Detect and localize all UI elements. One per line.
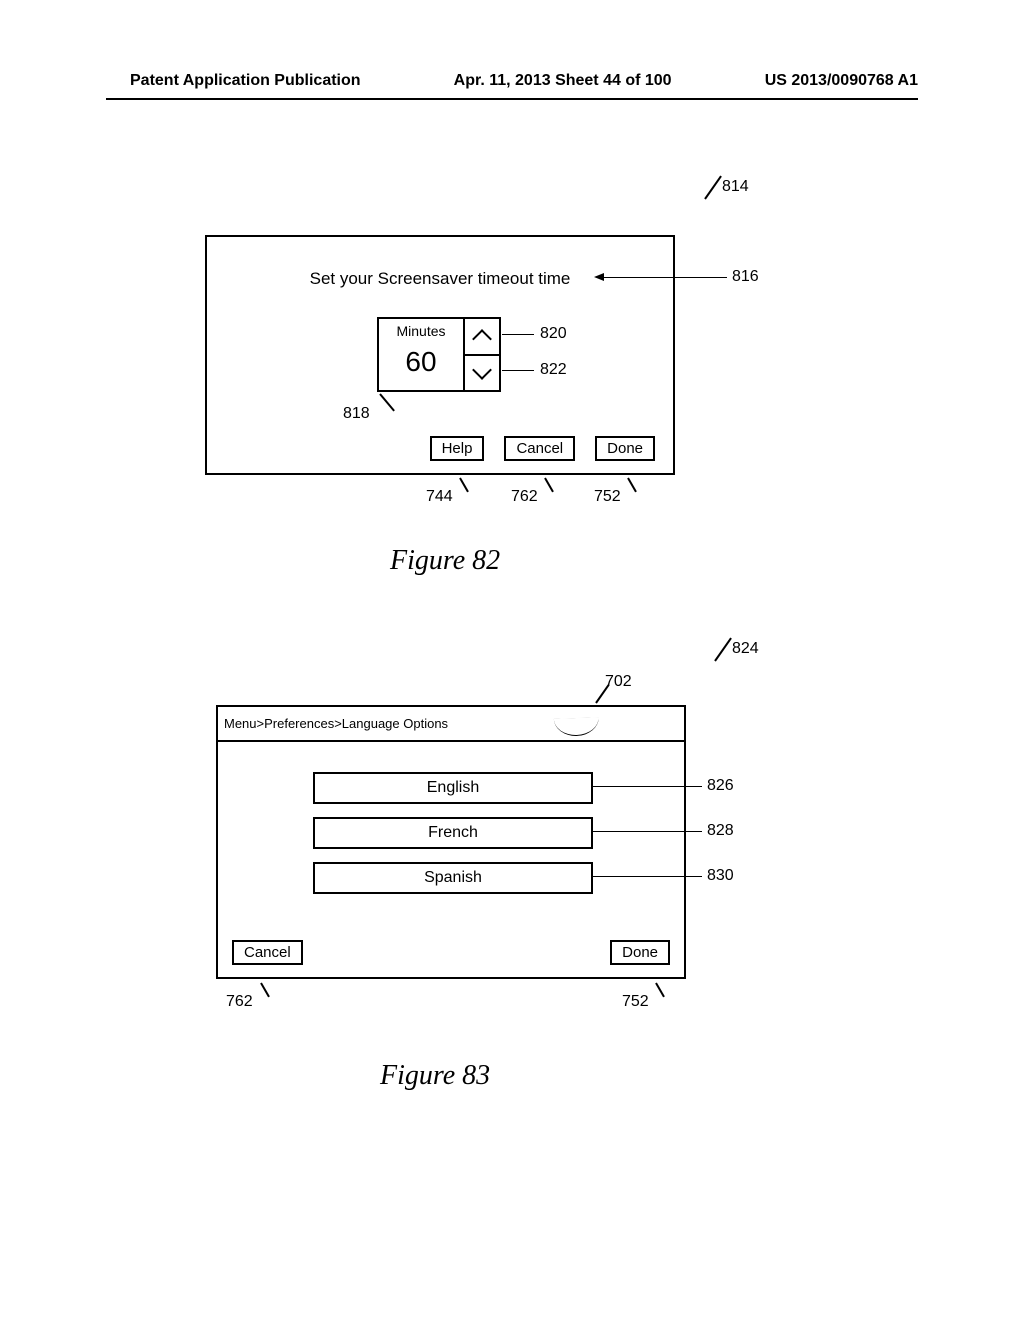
- leader-line: [592, 831, 702, 832]
- leader-line: [627, 478, 637, 493]
- language-option-french[interactable]: French: [313, 817, 593, 849]
- ref-num-panel-82: 814: [722, 178, 749, 196]
- cancel-button[interactable]: Cancel: [504, 436, 575, 461]
- ref-num-up: 820: [540, 325, 567, 343]
- ref-num-done-83: 752: [622, 993, 649, 1011]
- spinner-down-button[interactable]: [465, 354, 501, 393]
- dialog-button-row: Help Cancel Done: [430, 436, 655, 461]
- minutes-spinner: Minutes 60: [377, 317, 502, 392]
- ref-num-french: 828: [707, 822, 734, 840]
- leader-line: [459, 478, 469, 493]
- ref-num-done: 752: [594, 488, 621, 506]
- done-button[interactable]: Done: [610, 940, 670, 965]
- leader-line: [544, 478, 554, 493]
- ref-num-breadcrumb: 702: [605, 673, 632, 691]
- ref-num-down: 822: [540, 361, 567, 379]
- figure-82-caption: Figure 82: [390, 545, 500, 577]
- minutes-spinner-box: Minutes 60: [377, 317, 465, 392]
- leader-line: [655, 983, 665, 998]
- chevron-up-icon: [472, 329, 492, 349]
- language-option-english[interactable]: English: [313, 772, 593, 804]
- minutes-spinner-value: 60: [379, 344, 463, 390]
- ref-num-cancel: 762: [511, 488, 538, 506]
- ref-num-spanish: 830: [707, 867, 734, 885]
- ref-num-panel-83: 824: [732, 640, 759, 658]
- leader-line: [260, 983, 270, 998]
- ref-num-cancel-83: 762: [226, 993, 253, 1011]
- header-left: Patent Application Publication: [130, 72, 361, 90]
- header-center: Apr. 11, 2013 Sheet 44 of 100: [454, 72, 672, 90]
- breadcrumb-text: Menu>Preferences>Language Options: [224, 716, 448, 731]
- leader-line: [592, 786, 702, 787]
- leader-line: [502, 370, 534, 371]
- ref-num-title: 816: [732, 268, 759, 286]
- screensaver-dialog: Set your Screensaver timeout time Minute…: [205, 235, 675, 475]
- header-right: US 2013/0090768 A1: [765, 72, 918, 90]
- language-option-spanish[interactable]: Spanish: [313, 862, 593, 894]
- language-dialog: Menu>Preferences>Language Options Englis…: [216, 705, 686, 979]
- ref-num-value: 818: [343, 405, 370, 423]
- page-header: Patent Application Publication Apr. 11, …: [0, 72, 1024, 90]
- leader-line: [600, 277, 727, 278]
- breadcrumb-bar: Menu>Preferences>Language Options: [218, 707, 684, 742]
- chevron-down-icon: [472, 360, 492, 380]
- help-button[interactable]: Help: [430, 436, 485, 461]
- breadcrumb-curve-icon: [554, 717, 600, 737]
- leader-line: [502, 334, 534, 335]
- arrowhead-left-icon: [594, 273, 604, 281]
- cancel-button[interactable]: Cancel: [232, 940, 303, 965]
- done-button[interactable]: Done: [595, 436, 655, 461]
- ref-num-help: 744: [426, 488, 453, 506]
- figure-83-caption: Figure 83: [380, 1060, 490, 1092]
- ref-num-english: 826: [707, 777, 734, 795]
- callout-slash-icon: [714, 637, 732, 661]
- callout-slash-icon: [704, 175, 722, 199]
- leader-line: [592, 876, 702, 877]
- spinner-up-button[interactable]: [465, 317, 501, 354]
- minutes-spinner-label: Minutes: [379, 319, 463, 344]
- header-rule: [106, 98, 918, 100]
